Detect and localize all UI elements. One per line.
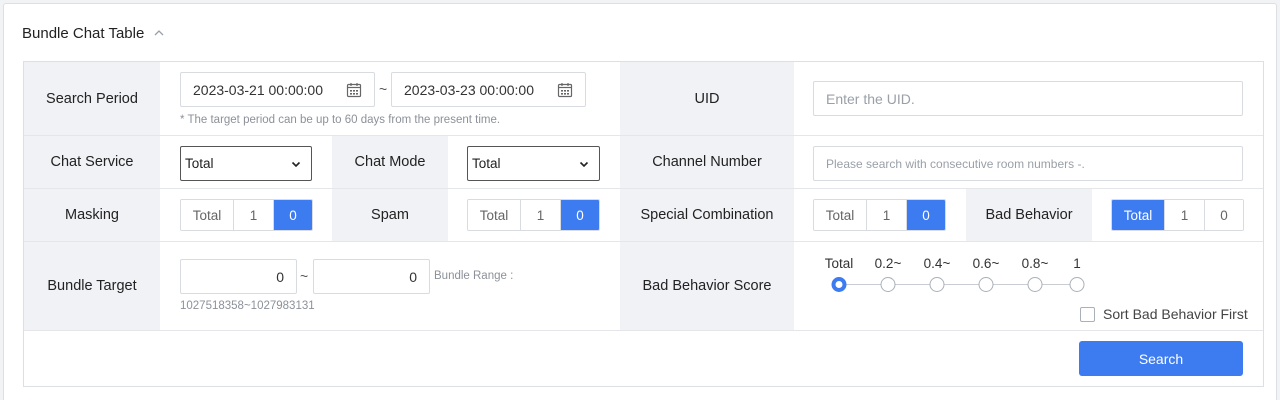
masking-toggle: Total 1 0 [180,199,313,231]
chat-service-label: Chat Service [24,136,160,188]
end-date-input[interactable]: 2023-03-23 00:00:00 [391,72,586,107]
sort-bad-behavior-label: Sort Bad Behavior First [1103,306,1248,322]
score-radio-0.6[interactable] [978,277,994,292]
chat-service-cell: Total [160,136,332,188]
masking-label: Masking [24,189,160,241]
filter-table: Search Period 2023-03-21 00:00:00 ~ 2023… [23,61,1264,387]
start-date-value: 2023-03-21 00:00:00 [193,81,323,98]
bad-behavior-option-1[interactable]: 1 [1165,200,1205,230]
spam-option-1[interactable]: 1 [521,200,561,230]
chevron-down-icon [291,161,301,167]
bundle-range-label: Bundle Range : [434,270,514,282]
row-actions: Search [24,331,1263,386]
bundle-separator: ~ [300,268,309,284]
score-radio-1[interactable] [1069,277,1085,292]
bundle-target-label: Bundle Target [24,242,160,330]
chat-mode-label: Chat Mode [332,136,448,188]
calendar-icon[interactable] [557,82,573,98]
row-bundle-target: Bundle Target 0 ~ 0 Bundle Range : 10275… [24,242,1263,331]
start-date-input[interactable]: 2023-03-21 00:00:00 [180,72,375,107]
spam-toggle: Total 1 0 [467,199,600,231]
special-combination-option-0[interactable]: 0 [907,200,945,230]
panel-header: Bundle Chat Table [22,23,166,43]
chat-mode-value: Total [472,156,501,171]
spam-option-0[interactable]: 0 [561,200,599,230]
masking-cell: Total 1 0 [160,189,332,241]
bad-behavior-label: Bad Behavior [966,189,1092,241]
channel-number-cell [794,136,1264,188]
calendar-icon[interactable] [346,82,362,98]
search-period-label: Search Period [24,62,160,135]
row-chat-service: Chat Service Total Chat Mode Total Chann… [24,136,1263,189]
bundle-range-value: 1027518358~1027983131 [180,300,315,312]
spam-cell: Total 1 0 [448,189,620,241]
uid-input[interactable] [813,81,1243,116]
special-combination-toggle: Total 1 0 [813,199,946,231]
chevron-down-icon [579,161,589,167]
score-label-0.4: 0.4~ [923,256,951,271]
channel-number-label: Channel Number [620,136,794,188]
masking-option-0[interactable]: 0 [274,200,312,230]
uid-label: UID [620,62,794,135]
chat-service-value: Total [185,156,214,171]
sort-bad-behavior-checkbox[interactable] [1080,306,1095,322]
score-radio-0.2[interactable] [880,277,896,292]
channel-number-input[interactable] [813,146,1243,181]
score-radio-0.8[interactable] [1027,277,1043,292]
chevron-up-icon[interactable] [152,26,166,40]
score-label-0.6: 0.6~ [972,256,1000,271]
spam-label: Spam [332,189,448,241]
score-radio-0.4[interactable] [929,277,945,292]
bad-behavior-cell: Total 1 0 [1092,189,1264,241]
bad-behavior-score-label: Bad Behavior Score [620,242,794,330]
search-period-cell: 2023-03-21 00:00:00 ~ 2023-03-23 00:00:0… [160,62,620,135]
sort-bad-behavior-first[interactable]: Sort Bad Behavior First [1080,306,1248,322]
score-label-0.8: 0.8~ [1021,256,1049,271]
search-button[interactable]: Search [1079,341,1243,376]
score-radio-total[interactable] [831,277,847,292]
row-search-period: Search Period 2023-03-21 00:00:00 ~ 2023… [24,62,1263,136]
bundle-target-cell: 0 ~ 0 Bundle Range : 1027518358~10279831… [160,242,620,330]
special-combination-option-1[interactable]: 1 [867,200,907,230]
date-separator: ~ [379,81,388,97]
search-period-hint: * The target period can be up to 60 days… [180,114,501,126]
bundle-from-input[interactable]: 0 [180,259,297,294]
bad-behavior-score-cell: Total 0.2~ 0.4~ 0.6~ 0.8~ 1 Sort Bad Beh… [794,242,1264,330]
uid-cell [794,62,1264,135]
chat-service-select[interactable]: Total [180,146,312,181]
bundle-to-value: 0 [409,268,417,285]
bad-behavior-toggle: Total 1 0 [1111,199,1244,231]
score-label-1: 1 [1073,256,1081,271]
bundle-chat-panel: Bundle Chat Table Search Period 2023-03-… [3,3,1277,400]
page-title: Bundle Chat Table [22,24,145,42]
chat-mode-cell: Total [448,136,620,188]
special-combination-label: Special Combination [620,189,794,241]
bad-behavior-option-0[interactable]: 0 [1205,200,1243,230]
spam-option-total[interactable]: Total [468,200,521,230]
score-label-0.2: 0.2~ [874,256,902,271]
masking-option-total[interactable]: Total [181,200,234,230]
score-label-total: Total [824,256,854,271]
bad-behavior-option-total[interactable]: Total [1112,200,1165,230]
bundle-from-value: 0 [276,268,284,285]
chat-mode-select[interactable]: Total [467,146,600,181]
end-date-value: 2023-03-23 00:00:00 [404,81,534,98]
masking-option-1[interactable]: 1 [234,200,274,230]
row-flags: Masking Total 1 0 Spam Total 1 0 Special… [24,189,1263,242]
special-combination-option-total[interactable]: Total [814,200,867,230]
bundle-to-input[interactable]: 0 [313,259,430,294]
special-combination-cell: Total 1 0 [794,189,966,241]
